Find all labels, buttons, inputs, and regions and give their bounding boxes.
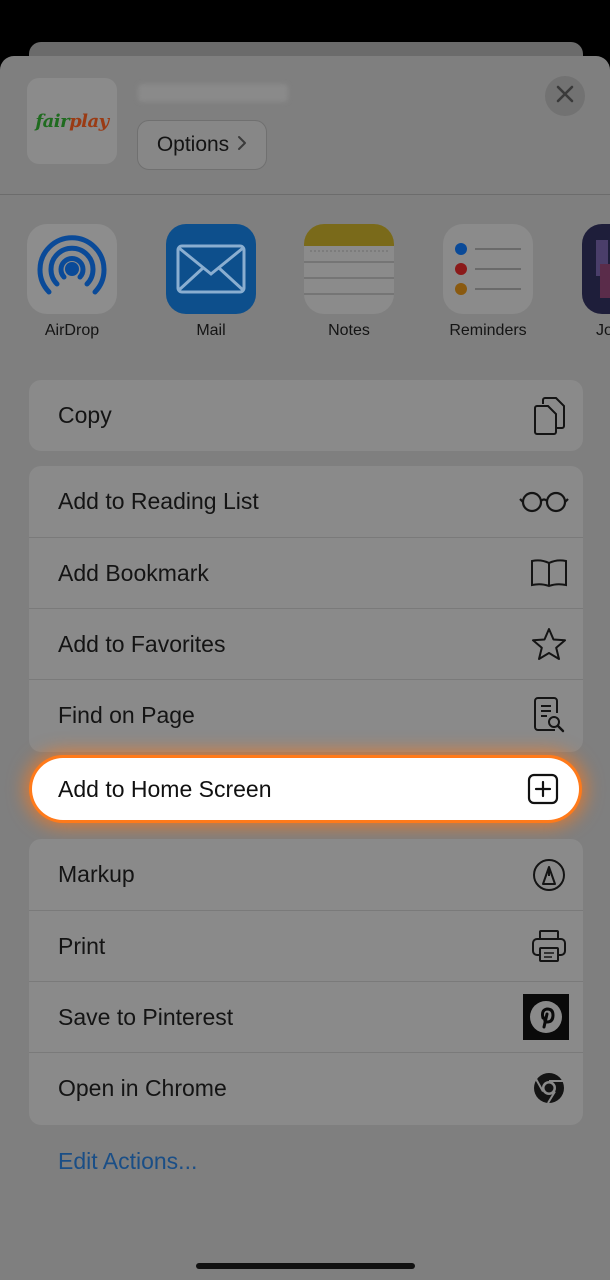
app-airdrop[interactable]: AirDrop [17,224,127,340]
options-label: Options [156,133,230,156]
airdrop-icon [27,224,117,314]
action-label: Add Bookmark [58,559,209,586]
markup-icon [529,855,569,895]
app-mail[interactable]: Mail [156,224,266,340]
app-label: Jo [596,322,610,339]
close-icon [556,85,574,108]
pinterest-icon [523,994,569,1040]
action-open-in-chrome[interactable]: Open in Chrome [29,1052,583,1123]
action-label: Find on Page [58,701,195,728]
site-title-blurred [138,84,288,102]
app-label: Reminders [449,322,527,339]
notes-icon [304,224,394,314]
app-partial[interactable]: Jo [572,224,610,340]
action-label: Print [58,932,106,959]
action-save-to-pinterest[interactable]: Save to Pinterest [29,981,583,1052]
copy-icon [529,396,569,436]
chevron-right-icon [237,133,247,157]
site-logo-part-1: fair [35,110,70,132]
action-label: Open in Chrome [58,1074,227,1101]
action-print[interactable]: Print [29,910,583,981]
action-find-on-page[interactable]: Find on Page [29,679,583,750]
app-share-row: AirDrop Mail Notes Reminders Jo [0,224,610,344]
action-copy[interactable]: Copy [29,380,583,451]
action-label: Add to Reading List [58,488,259,514]
edit-actions-link[interactable]: Edit Actions... [58,1148,197,1175]
action-add-to-reading-list[interactable]: Add to Reading List [29,466,583,537]
share-sheet: fairplay Options AirDrop Mail Notes Remi… [0,56,610,1280]
action-add-to-home-screen[interactable]: Add to Home Screen [32,758,579,820]
more-actions-group: Markup Print Save to Pinterest Open in C… [29,839,583,1125]
find-page-icon [529,695,569,735]
bookmarks-group: Add to Reading List Add Bookmark Add to … [29,466,583,752]
app-label: Notes [328,322,370,339]
app-notes[interactable]: Notes [294,224,404,340]
app-icon [582,224,610,314]
app-label: AirDrop [44,322,100,339]
add-square-icon [523,769,563,809]
action-label: Save to Pinterest [58,1003,234,1030]
action-add-bookmark[interactable]: Add Bookmark [29,537,583,608]
site-logo-part-2: play [69,110,109,132]
printer-icon [529,926,569,966]
app-label: Mail [196,322,226,339]
action-label: Add to Home Screen [58,775,272,802]
mail-icon [166,224,256,314]
action-label: Copy [58,402,112,428]
action-label: Markup [58,861,135,887]
action-add-to-favorites[interactable]: Add to Favorites [29,608,583,679]
chrome-icon [529,1068,569,1108]
site-logo: fairplay [35,110,109,132]
copy-group: Copy [29,380,583,451]
share-header: fairplay Options [0,56,610,195]
reminders-icon [443,224,533,314]
options-button[interactable]: Options [137,120,267,170]
home-indicator[interactable] [196,1263,415,1269]
glasses-icon [519,482,569,522]
app-reminders[interactable]: Reminders [433,224,543,340]
close-button[interactable] [545,76,585,116]
action-label: Add to Favorites [58,630,226,657]
star-icon [529,624,569,664]
site-thumbnail: fairplay [27,78,117,164]
action-markup[interactable]: Markup [29,839,583,910]
book-icon [529,553,569,593]
